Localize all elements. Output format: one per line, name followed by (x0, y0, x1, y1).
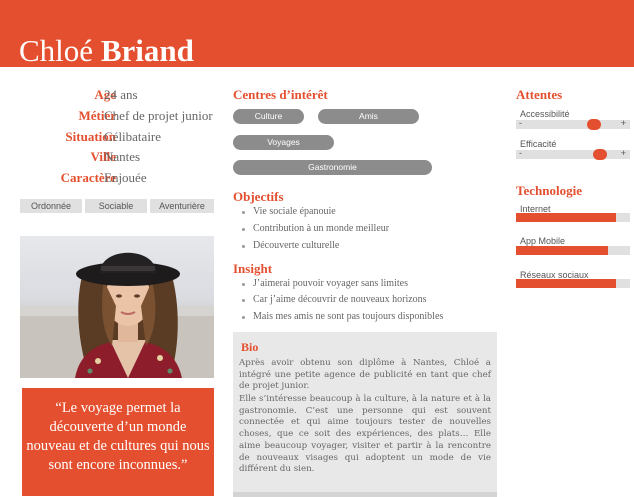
plus-icon: + (620, 118, 626, 128)
persona-quote: “Le voyage permet la découverte d’un mon… (26, 400, 210, 473)
info-row-age: Age 24 ans (20, 86, 220, 104)
info-row-city: Ville Nantes (20, 148, 220, 166)
slider-thumb (586, 119, 601, 130)
expectation-slider: - + (516, 148, 630, 160)
technology-bar-fill (516, 279, 617, 288)
plus-icon: + (620, 148, 626, 158)
bio-paragraph: Elle s’intéresse beaucoup à la culture, … (239, 394, 491, 475)
technology-bar-fill (516, 246, 609, 255)
bio-paragraph: Après avoir obtenu son diplôme à Nantes,… (239, 358, 491, 392)
expectation-label: Efficacité (520, 139, 557, 149)
technology-bar-fill (516, 213, 617, 222)
bullet-icon (242, 316, 245, 319)
objectives-title: Objectifs (233, 189, 284, 204)
bullet-icon (242, 299, 245, 302)
info-value: Enjouée (104, 170, 147, 185)
bio-title: Bio (241, 340, 259, 354)
persona-name: Chloé Briand (19, 33, 194, 69)
interest-tag: Gastronomie (233, 160, 432, 175)
portrait-illustration (20, 252, 214, 378)
trait-tag: Sociable (85, 199, 147, 213)
trait-tag: Ordonnée (20, 199, 82, 213)
info-value: 24 ans (104, 87, 138, 102)
info-value: Nantes (104, 149, 141, 164)
trait-tag: Aventurière (150, 199, 214, 213)
interest-tag: Culture (233, 109, 304, 124)
bio-footer-strip (233, 492, 497, 497)
technology-bar (516, 213, 630, 222)
bio-panel: Bio Après avoir obtenu son diplôme à Nan… (233, 332, 497, 497)
technology-label: App Mobile (520, 236, 566, 246)
traits-bar: Ordonnée Sociable Aventurière (20, 199, 214, 213)
bullet-icon (242, 211, 245, 214)
bullet-icon (242, 283, 245, 286)
info-row-situation: Situation Célibataire (20, 128, 220, 146)
slider-thumb (593, 149, 608, 160)
technology-bar (516, 279, 630, 288)
persona-last-name: Briand (100, 33, 194, 68)
bullet-icon (242, 228, 245, 231)
info-value: Chef de projet junior (104, 108, 213, 123)
interest-tag: Voyages (233, 135, 334, 150)
info-row-job: Métier Chef de projet junior (20, 107, 220, 125)
minus-icon: - (519, 118, 522, 128)
quote-box: “Le voyage permet la découverte d’un mon… (22, 388, 214, 496)
interests-title: Centres d’intérêt (233, 87, 328, 102)
bullet-icon (242, 245, 245, 248)
persona-photo (20, 236, 214, 378)
expectations-title: Attentes (516, 87, 563, 102)
expectation-label: Accessibilité (520, 109, 570, 119)
expectation-slider: - + (516, 118, 630, 130)
persona-first-name: Chloé (19, 33, 94, 68)
technology-bar (516, 246, 630, 255)
technology-title: Technologie (516, 183, 582, 198)
info-value: Célibataire (104, 129, 162, 144)
minus-icon: - (519, 148, 522, 158)
interest-tag: Amis (318, 109, 419, 124)
header-banner: Chloé Briand (0, 0, 634, 69)
insight-title: Insight (233, 261, 273, 276)
info-row-character: Caractère Enjouée (20, 169, 220, 187)
